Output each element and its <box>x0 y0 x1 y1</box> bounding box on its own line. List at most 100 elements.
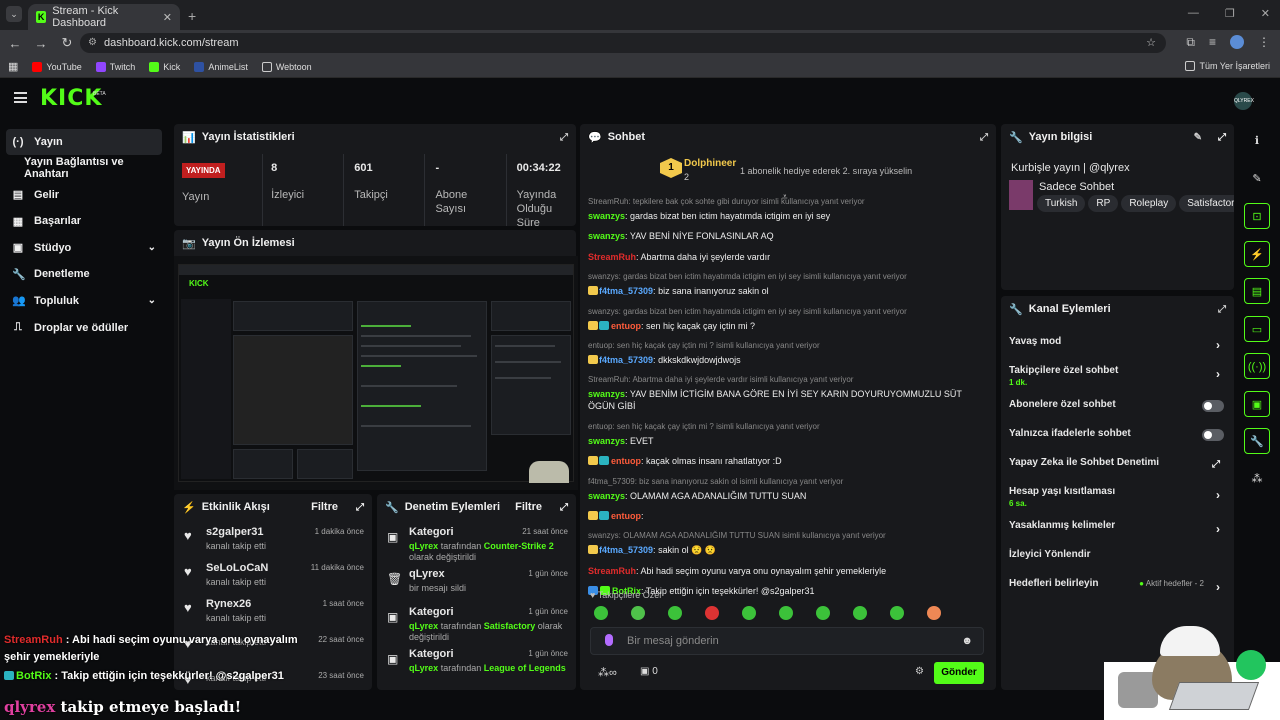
forward-icon[interactable]: → <box>28 36 54 51</box>
chat-username[interactable]: entuop <box>611 511 641 521</box>
edit-icon[interactable]: ✎ <box>1244 166 1270 192</box>
sidebar-item-denetleme[interactable]: 🔧 Denetleme <box>0 261 170 287</box>
host-row[interactable]: İzleyici Yönlendir <box>1001 543 1234 572</box>
broadcast-icon[interactable]: ((·)) <box>1244 353 1270 379</box>
ai-moderation-row[interactable]: Yapay Zeka ile Sohbet Denetimi ⤢ <box>1001 451 1234 480</box>
support-chat-icon[interactable] <box>1236 650 1266 680</box>
activity-filter-button[interactable]: Filtre <box>311 501 338 513</box>
sidebar-item-droplar[interactable]: ⎍ Droplar ve ödüller <box>0 315 170 341</box>
emote-icon[interactable] <box>890 606 904 620</box>
browser-tab[interactable]: K Stream - Kick Dashboard ✕ <box>28 4 180 30</box>
tab-search-icon[interactable]: ⌄ <box>6 6 22 22</box>
chat-username[interactable]: swanzys <box>588 436 625 446</box>
chat-username[interactable]: f4tma_57309 <box>599 286 653 296</box>
emote-icon[interactable] <box>668 606 682 620</box>
gift-counter[interactable]: ▣ 0 <box>640 666 658 677</box>
edit-icon[interactable]: ✎ <box>1194 132 1202 143</box>
tag[interactable]: RP <box>1088 195 1119 212</box>
chat-username[interactable]: entuop <box>611 456 641 466</box>
emote-icon[interactable] <box>594 606 608 620</box>
wrench-icon[interactable]: 🔧 <box>1244 428 1270 454</box>
profile-avatar-icon[interactable] <box>1230 35 1244 49</box>
stream-preview[interactable]: KICK <box>174 256 578 490</box>
info-icon[interactable]: ℹ <box>1244 128 1270 154</box>
subs-only-toggle[interactable] <box>1202 400 1224 412</box>
bookmark-star-icon[interactable]: ☆ <box>1146 33 1156 53</box>
expand-icon[interactable]: ⤢ <box>356 502 364 513</box>
chat-username[interactable]: swanzys <box>588 211 625 221</box>
lightning-icon[interactable]: ⚡ <box>1244 240 1270 267</box>
back-icon[interactable]: ← <box>2 36 28 51</box>
followers-only-row[interactable]: Takipçilere özel sohbet 1 dk. › <box>1001 359 1234 393</box>
extensions-icon[interactable]: ⧉ <box>1186 35 1195 50</box>
sidebar-item-stream-key[interactable]: Yayın Bağlantısı ve Anahtarı <box>0 155 170 181</box>
emote-icon[interactable] <box>742 606 756 620</box>
chat-username[interactable]: f4tma_57309 <box>599 545 653 555</box>
new-tab-icon[interactable]: + <box>188 8 196 24</box>
close-window-icon[interactable]: ✕ <box>1261 7 1270 20</box>
bookmark-webtoon[interactable]: Webtoon <box>261 61 312 72</box>
minimize-icon[interactable]: — <box>1188 7 1199 20</box>
clipboard-icon[interactable]: ▤ <box>1244 278 1270 304</box>
tag[interactable]: Turkish <box>1037 195 1086 212</box>
emote-icon[interactable] <box>816 606 830 620</box>
emote-icon[interactable] <box>779 606 793 620</box>
bookmark-kick[interactable]: Kick <box>149 61 180 72</box>
chat-icon[interactable]: ▭ <box>1244 315 1270 342</box>
emote-icon[interactable] <box>853 606 867 620</box>
hamburger-menu-icon[interactable] <box>14 92 27 103</box>
sidebar-item-studyo[interactable]: ▣ Stüdyo ⌄ <box>0 235 170 261</box>
all-bookmarks[interactable]: Tüm Yer İşaretleri <box>1185 61 1270 71</box>
microphone-icon[interactable] <box>605 634 613 646</box>
sidebar-item-yayin[interactable]: (·) Yayın <box>6 129 162 155</box>
menu-icon[interactable]: ⋮ <box>1258 35 1270 50</box>
points-icon[interactable]: ⁂∞ <box>598 666 617 679</box>
moderation-filter-button[interactable]: Filtre <box>515 501 542 513</box>
site-info-icon[interactable]: ⚙ <box>88 33 97 53</box>
profile-avatar[interactable]: QLYREX <box>1234 92 1254 110</box>
chat-username[interactable]: f4tma_57309 <box>599 355 653 365</box>
emote-icon[interactable] <box>927 606 941 620</box>
expand-icon[interactable]: ⤢ <box>1218 132 1226 143</box>
chat-username[interactable]: swanzys <box>588 389 625 399</box>
chat-username[interactable]: entuop <box>611 321 641 331</box>
goals-row[interactable]: Hedefleri belirleyin ● Aktif hedefler - 2… <box>1001 572 1234 601</box>
community-icon[interactable]: ⁂ <box>1244 466 1270 492</box>
apps-icon[interactable]: ▦ <box>8 60 18 73</box>
sidebar-item-gelir[interactable]: ▤ Gelir <box>0 182 170 208</box>
send-button[interactable]: Gönder <box>934 662 984 684</box>
account-age-row[interactable]: Hesap yaşı kısıtlaması 6 sa. › <box>1001 480 1234 514</box>
bookmark-twitch[interactable]: Twitch <box>95 61 135 72</box>
emote-only-toggle[interactable] <box>1202 429 1224 441</box>
emote-icon[interactable] <box>631 606 645 620</box>
chat-input[interactable]: Bir mesaj gönderin ☻ <box>590 627 984 655</box>
emote-icon[interactable] <box>705 606 719 620</box>
target-icon[interactable]: ⊡ <box>1244 203 1270 229</box>
reload-icon[interactable]: ↻ <box>54 35 80 51</box>
sidebar-item-basarilar[interactable]: ▦ Başarılar <box>0 208 170 234</box>
media-icon[interactable]: ≡ <box>1209 35 1216 50</box>
chat-username[interactable]: swanzys <box>588 231 625 241</box>
url-field[interactable]: ⚙ dashboard.kick.com/stream ☆ <box>80 33 1166 53</box>
emoji-icon[interactable]: ☻ <box>961 628 973 654</box>
chat-settings-icon[interactable]: ⚙ <box>915 666 924 677</box>
chat-username[interactable]: StreamRuh <box>588 252 636 262</box>
expand-icon[interactable]: ⤢ <box>560 132 568 143</box>
expand-icon[interactable]: ⤢ <box>1218 304 1226 315</box>
gift-icon[interactable]: ▣ <box>1244 390 1270 417</box>
kick-logo[interactable]: KICK <box>40 86 102 111</box>
restore-icon[interactable]: ❐ <box>1225 7 1235 20</box>
sub-badge-icon <box>599 510 609 520</box>
bookmark-youtube[interactable]: YouTube <box>32 61 82 72</box>
chat-username[interactable]: StreamRuh <box>588 566 636 576</box>
tag[interactable]: Roleplay <box>1121 195 1177 212</box>
bookmark-animelist[interactable]: AnimeList <box>194 61 248 72</box>
expand-icon[interactable]: ⤢ <box>560 502 568 513</box>
chat-username[interactable]: swanzys <box>588 491 625 501</box>
slow-mode-row[interactable]: Yavaş mod › <box>1001 330 1234 359</box>
banned-words-row[interactable]: Yasaklanmış kelimeler › <box>1001 514 1234 543</box>
tag[interactable]: Satisfactory <box>1179 195 1234 212</box>
expand-icon[interactable]: ⤢ <box>980 132 988 143</box>
sidebar-item-topluluk[interactable]: 👥 Topluluk ⌄ <box>0 288 170 314</box>
close-tab-icon[interactable]: ✕ <box>163 11 172 24</box>
